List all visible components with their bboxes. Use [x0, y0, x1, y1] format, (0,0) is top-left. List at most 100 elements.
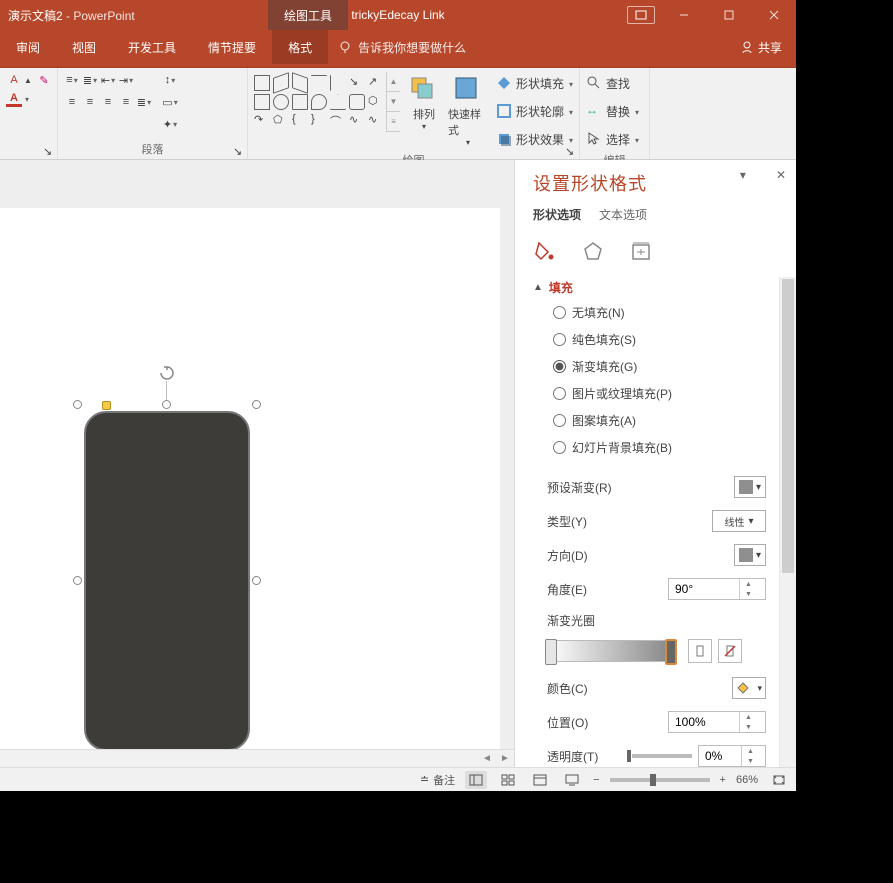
tab-text-options[interactable]: 文本选项: [599, 206, 647, 223]
fill-slidebg-radio[interactable]: 幻灯片背景填充(B): [553, 439, 792, 456]
scroll-left-icon[interactable]: ◄: [478, 750, 496, 768]
slideshow-button[interactable]: [561, 771, 583, 789]
add-stop-icon: [693, 644, 707, 658]
adjustment-handle[interactable]: [102, 401, 111, 410]
zoom-slider[interactable]: [610, 778, 710, 782]
stop-position-input[interactable]: ▲▼: [668, 711, 766, 733]
align-text-button[interactable]: ▭: [162, 94, 178, 110]
find-button[interactable]: 查找: [586, 72, 639, 94]
format-shape-pane: ▾ ✕ 设置形状格式 形状选项 文本选项 ▲ 填充: [514, 160, 796, 767]
minimize-button[interactable]: [661, 0, 706, 30]
pane-close-button[interactable]: ✕: [776, 168, 786, 182]
gradient-stop-selected[interactable]: [665, 639, 677, 665]
fill-line-tab-icon[interactable]: [533, 239, 557, 263]
effects-tab-icon[interactable]: [581, 239, 605, 263]
shape-effects-button[interactable]: 形状效果: [496, 128, 573, 150]
pane-vertical-scrollbar[interactable]: [779, 277, 796, 767]
align-right-button[interactable]: ≡: [100, 94, 116, 110]
size-properties-tab-icon[interactable]: [629, 239, 653, 263]
resize-handle[interactable]: [73, 576, 82, 585]
slide-canvas[interactable]: ◄ ►: [0, 160, 514, 767]
horizontal-scrollbar[interactable]: ◄ ►: [0, 749, 514, 767]
zoom-level[interactable]: 66%: [736, 774, 758, 786]
tab-format[interactable]: 格式: [272, 30, 328, 64]
tab-devtools[interactable]: 开发工具: [112, 30, 192, 64]
gradient-direction-dropdown[interactable]: ▾: [734, 544, 766, 566]
font-size-increase[interactable]: A▲: [6, 72, 32, 88]
maximize-button[interactable]: [706, 0, 751, 30]
selected-shape[interactable]: [78, 405, 256, 757]
resize-handle[interactable]: [73, 400, 82, 409]
shapes-gallery[interactable]: ↘↗ ⬡ ↷⬠{}⌒∿∿ ▲▼≡: [254, 72, 400, 132]
tab-review[interactable]: 审阅: [0, 30, 56, 64]
font-color[interactable]: A: [6, 91, 32, 107]
tab-shape-options[interactable]: 形状选项: [533, 206, 581, 223]
select-button[interactable]: 选择: [586, 128, 639, 150]
fill-none-radio[interactable]: 无填充(N): [553, 304, 792, 321]
contextual-tab-drawing-tools[interactable]: 绘图工具: [268, 0, 348, 30]
resize-handle[interactable]: [162, 400, 171, 409]
clear-formatting-icon[interactable]: ✎: [36, 72, 52, 88]
align-left-button[interactable]: ≡: [64, 94, 80, 110]
replace-button[interactable]: ↔替换: [586, 100, 639, 122]
preset-gradient-dropdown[interactable]: ▾: [734, 476, 766, 498]
gradient-stops-slider[interactable]: [547, 640, 677, 662]
stop-position-label: 位置(O): [547, 714, 588, 731]
pane-options-button[interactable]: ▾: [740, 168, 746, 182]
title-bar: 演示文稿2 - PowerPoint 绘图工具 trickyEdecay Lin…: [0, 0, 796, 30]
rotate-handle[interactable]: [159, 365, 175, 381]
gradient-stop[interactable]: [545, 639, 557, 665]
zoom-in-button[interactable]: +: [720, 774, 726, 786]
fit-to-window-button[interactable]: [768, 771, 790, 789]
quick-styles-button[interactable]: 快速样式▾: [448, 72, 488, 147]
indent-increase-button[interactable]: ⇥: [118, 72, 134, 88]
justify-button[interactable]: ≡: [118, 94, 134, 110]
shape-outline-button[interactable]: 形状轮廓: [496, 100, 573, 122]
share-button[interactable]: 共享: [726, 30, 796, 64]
drawing-dialog-launcher[interactable]: ↘: [565, 145, 577, 157]
fill-pattern-radio[interactable]: 图案填充(A): [553, 412, 792, 429]
transparency-input[interactable]: ▲▼: [698, 745, 766, 767]
font-dialog-launcher[interactable]: ↘: [43, 145, 55, 157]
stop-color-dropdown[interactable]: ▾: [732, 677, 766, 699]
smartart-button[interactable]: ✦: [162, 116, 178, 132]
fill-solid-radio[interactable]: 纯色填充(S): [553, 331, 792, 348]
search-icon: [586, 75, 602, 91]
gallery-scroll[interactable]: ▲▼≡: [386, 72, 400, 132]
close-button[interactable]: [751, 0, 796, 30]
shape-fill-button[interactable]: 形状填充: [496, 72, 573, 94]
tab-view[interactable]: 视图: [56, 30, 112, 64]
fill-section-header[interactable]: ▲ 填充: [533, 277, 792, 304]
reading-icon: [533, 774, 547, 786]
remove-gradient-stop-button[interactable]: [718, 639, 742, 663]
rounded-rectangle-shape[interactable]: [84, 411, 250, 751]
align-center-button[interactable]: ≡: [82, 94, 98, 110]
zoom-out-button[interactable]: −: [593, 774, 599, 786]
ribbon-display-options-icon[interactable]: [627, 6, 655, 24]
resize-handle[interactable]: [252, 576, 261, 585]
indent-decrease-button[interactable]: ⇤: [100, 72, 116, 88]
effects-icon: [496, 131, 512, 147]
tell-me-search[interactable]: 告诉我你想要做什么: [328, 30, 476, 64]
fill-gradient-radio[interactable]: 渐变填充(G): [553, 358, 792, 375]
scroll-right-icon[interactable]: ►: [496, 750, 514, 768]
numbering-button[interactable]: ≣: [82, 72, 98, 88]
normal-view-button[interactable]: [465, 771, 487, 789]
add-gradient-stop-button[interactable]: [688, 639, 712, 663]
resize-handle[interactable]: [252, 400, 261, 409]
gradient-type-dropdown[interactable]: 线性▾: [712, 510, 766, 532]
fill-picture-radio[interactable]: 图片或纹理填充(P): [553, 385, 792, 402]
text-direction-button[interactable]: ↕: [162, 72, 178, 88]
bullets-button[interactable]: ≡: [64, 72, 80, 88]
gradient-angle-label: 角度(E): [547, 581, 587, 598]
transparency-slider[interactable]: [632, 754, 692, 758]
slide-sorter-button[interactable]: [497, 771, 519, 789]
notes-button[interactable]: ≐备注: [420, 772, 455, 788]
tab-storyboarding[interactable]: 情节提要: [192, 30, 272, 64]
paragraph-dialog-launcher[interactable]: ↘: [233, 145, 245, 157]
gradient-angle-input[interactable]: ▲▼: [668, 578, 766, 600]
line-spacing-button[interactable]: ≣: [136, 94, 152, 110]
reading-view-button[interactable]: [529, 771, 551, 789]
document-title: 演示文稿2 - PowerPoint: [0, 7, 135, 24]
arrange-button[interactable]: 排列▾: [404, 72, 444, 131]
